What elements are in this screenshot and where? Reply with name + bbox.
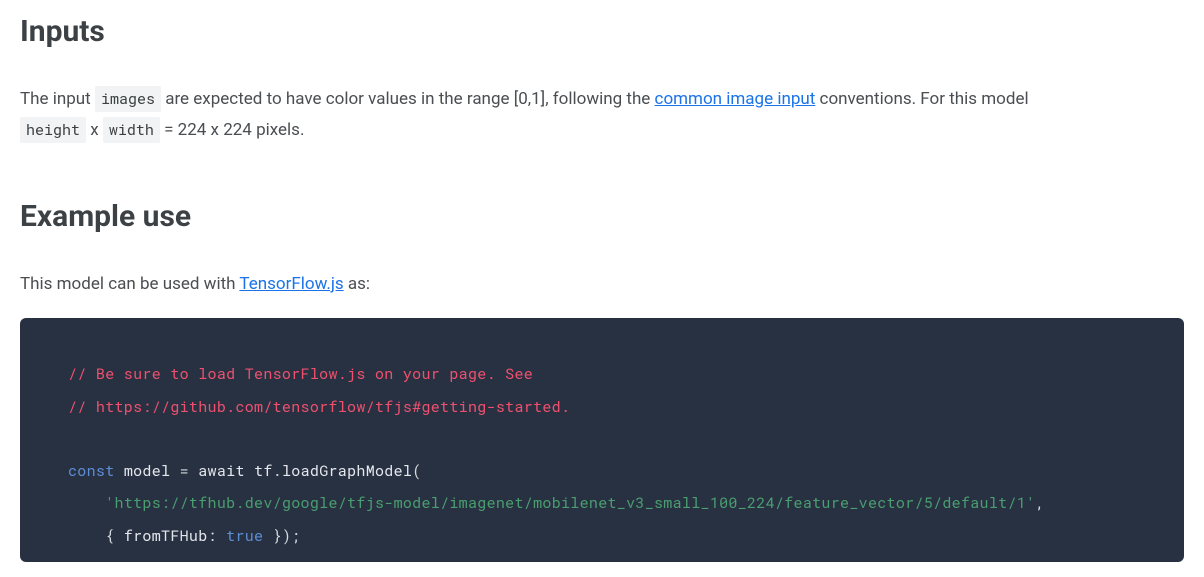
tensorflowjs-link[interactable]: TensorFlow.js xyxy=(239,274,343,294)
code-op: , xyxy=(1035,493,1044,513)
code-sp xyxy=(217,526,226,546)
code-op: = xyxy=(180,461,189,481)
text: as: xyxy=(344,274,370,294)
code-width: width xyxy=(103,117,160,143)
text: = 224 x 224 pixels. xyxy=(160,120,305,140)
code-op: { xyxy=(68,526,124,546)
code-op: . xyxy=(273,461,282,481)
code-keyword: const xyxy=(68,461,115,481)
inputs-heading: Inputs xyxy=(20,8,1184,56)
code-boolean: true xyxy=(226,526,263,546)
code-op: ( xyxy=(412,461,421,481)
code-comment: // Be sure to load TensorFlow.js on your… xyxy=(68,364,533,384)
code-block: // Be sure to load TensorFlow.js on your… xyxy=(20,318,1184,562)
text: This model can be used with xyxy=(20,274,239,294)
code-ident: model xyxy=(115,461,180,481)
code-ident: loadGraphModel xyxy=(282,461,412,481)
code-comment: // https://github.com/tensorflow/tfjs#ge… xyxy=(68,397,570,417)
text: conventions. For this model xyxy=(815,89,1028,109)
text: are expected to have color values in the… xyxy=(161,89,655,109)
example-use-heading: Example use xyxy=(20,193,1184,241)
code-string: 'https://tfhub.dev/google/tfjs-model/ima… xyxy=(105,493,1035,513)
code-height: height xyxy=(20,117,86,143)
code-ident: await tf xyxy=(189,461,273,481)
code-images: images xyxy=(95,86,161,112)
example-use-paragraph: This model can be used with TensorFlow.j… xyxy=(20,269,1184,300)
code-op: }); xyxy=(263,526,300,546)
text: x xyxy=(86,120,103,140)
inputs-paragraph: The input images are expected to have co… xyxy=(20,84,1184,147)
common-image-input-link[interactable]: common image input xyxy=(655,89,816,109)
code-ident: fromTFHub xyxy=(124,526,208,546)
code-op: : xyxy=(208,526,217,546)
text: The input xyxy=(20,89,95,109)
